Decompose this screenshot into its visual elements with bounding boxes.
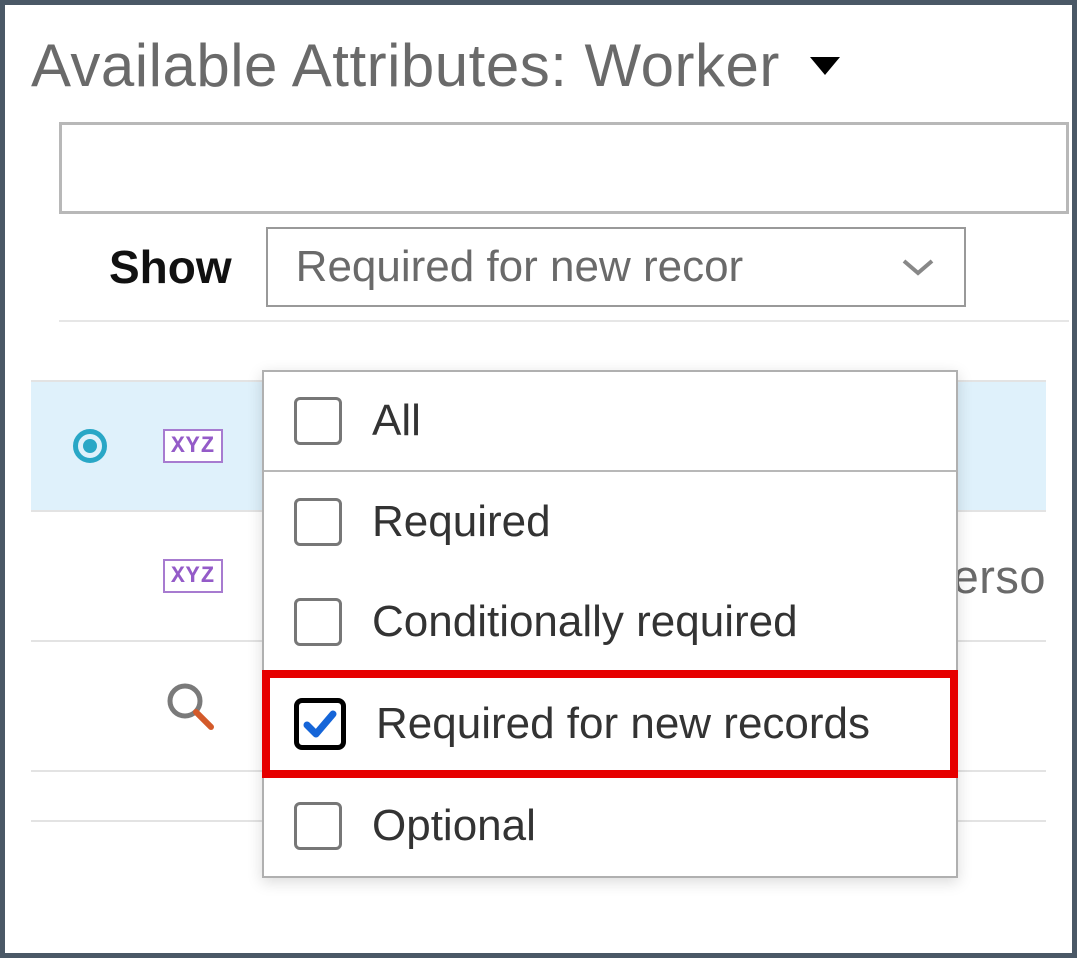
filter-option-label: Optional [372,801,536,851]
filter-option-all[interactable]: All [264,372,956,472]
filter-option-label: Required for new records [376,699,870,749]
show-filter-row: Show Required for new recor [59,214,1069,322]
panel-frame: Available Attributes: Worker Show Requir… [0,0,1077,958]
filter-option-label: Conditionally required [372,597,798,647]
show-label: Show [109,240,232,294]
xyz-type-tag-icon: XYZ [163,559,223,593]
filter-option-required[interactable]: Required [264,472,956,572]
chevron-down-icon [900,255,936,279]
panel-dropdown-caret-icon[interactable] [808,55,842,77]
checkbox-unchecked-icon[interactable] [294,802,342,850]
filter-option-label: All [372,396,421,446]
radio-selected-icon[interactable] [73,429,107,463]
show-filter-select[interactable]: Required for new recor [266,227,966,307]
panel-title: Available Attributes: Worker [31,31,780,100]
search-icon [163,679,217,733]
show-filter-dropdown: All Required Conditionally required Requ… [262,370,958,878]
checkbox-unchecked-icon[interactable] [294,598,342,646]
filter-option-optional[interactable]: Optional [264,776,956,876]
checkbox-checked-icon[interactable] [294,698,346,750]
xyz-type-tag-icon: XYZ [163,429,223,463]
filter-option-required-for-new-records[interactable]: Required for new records [264,672,956,776]
checkbox-unchecked-icon[interactable] [294,498,342,546]
radio-placeholder [73,689,107,723]
filter-option-conditionally-required[interactable]: Conditionally required [264,572,956,672]
checkbox-unchecked-icon[interactable] [294,397,342,445]
radio-placeholder [73,559,107,593]
filter-option-label: Required [372,497,551,547]
panel-title-row: Available Attributes: Worker [31,31,1072,100]
search-input[interactable] [59,122,1069,214]
show-filter-value: Required for new recor [296,242,900,292]
